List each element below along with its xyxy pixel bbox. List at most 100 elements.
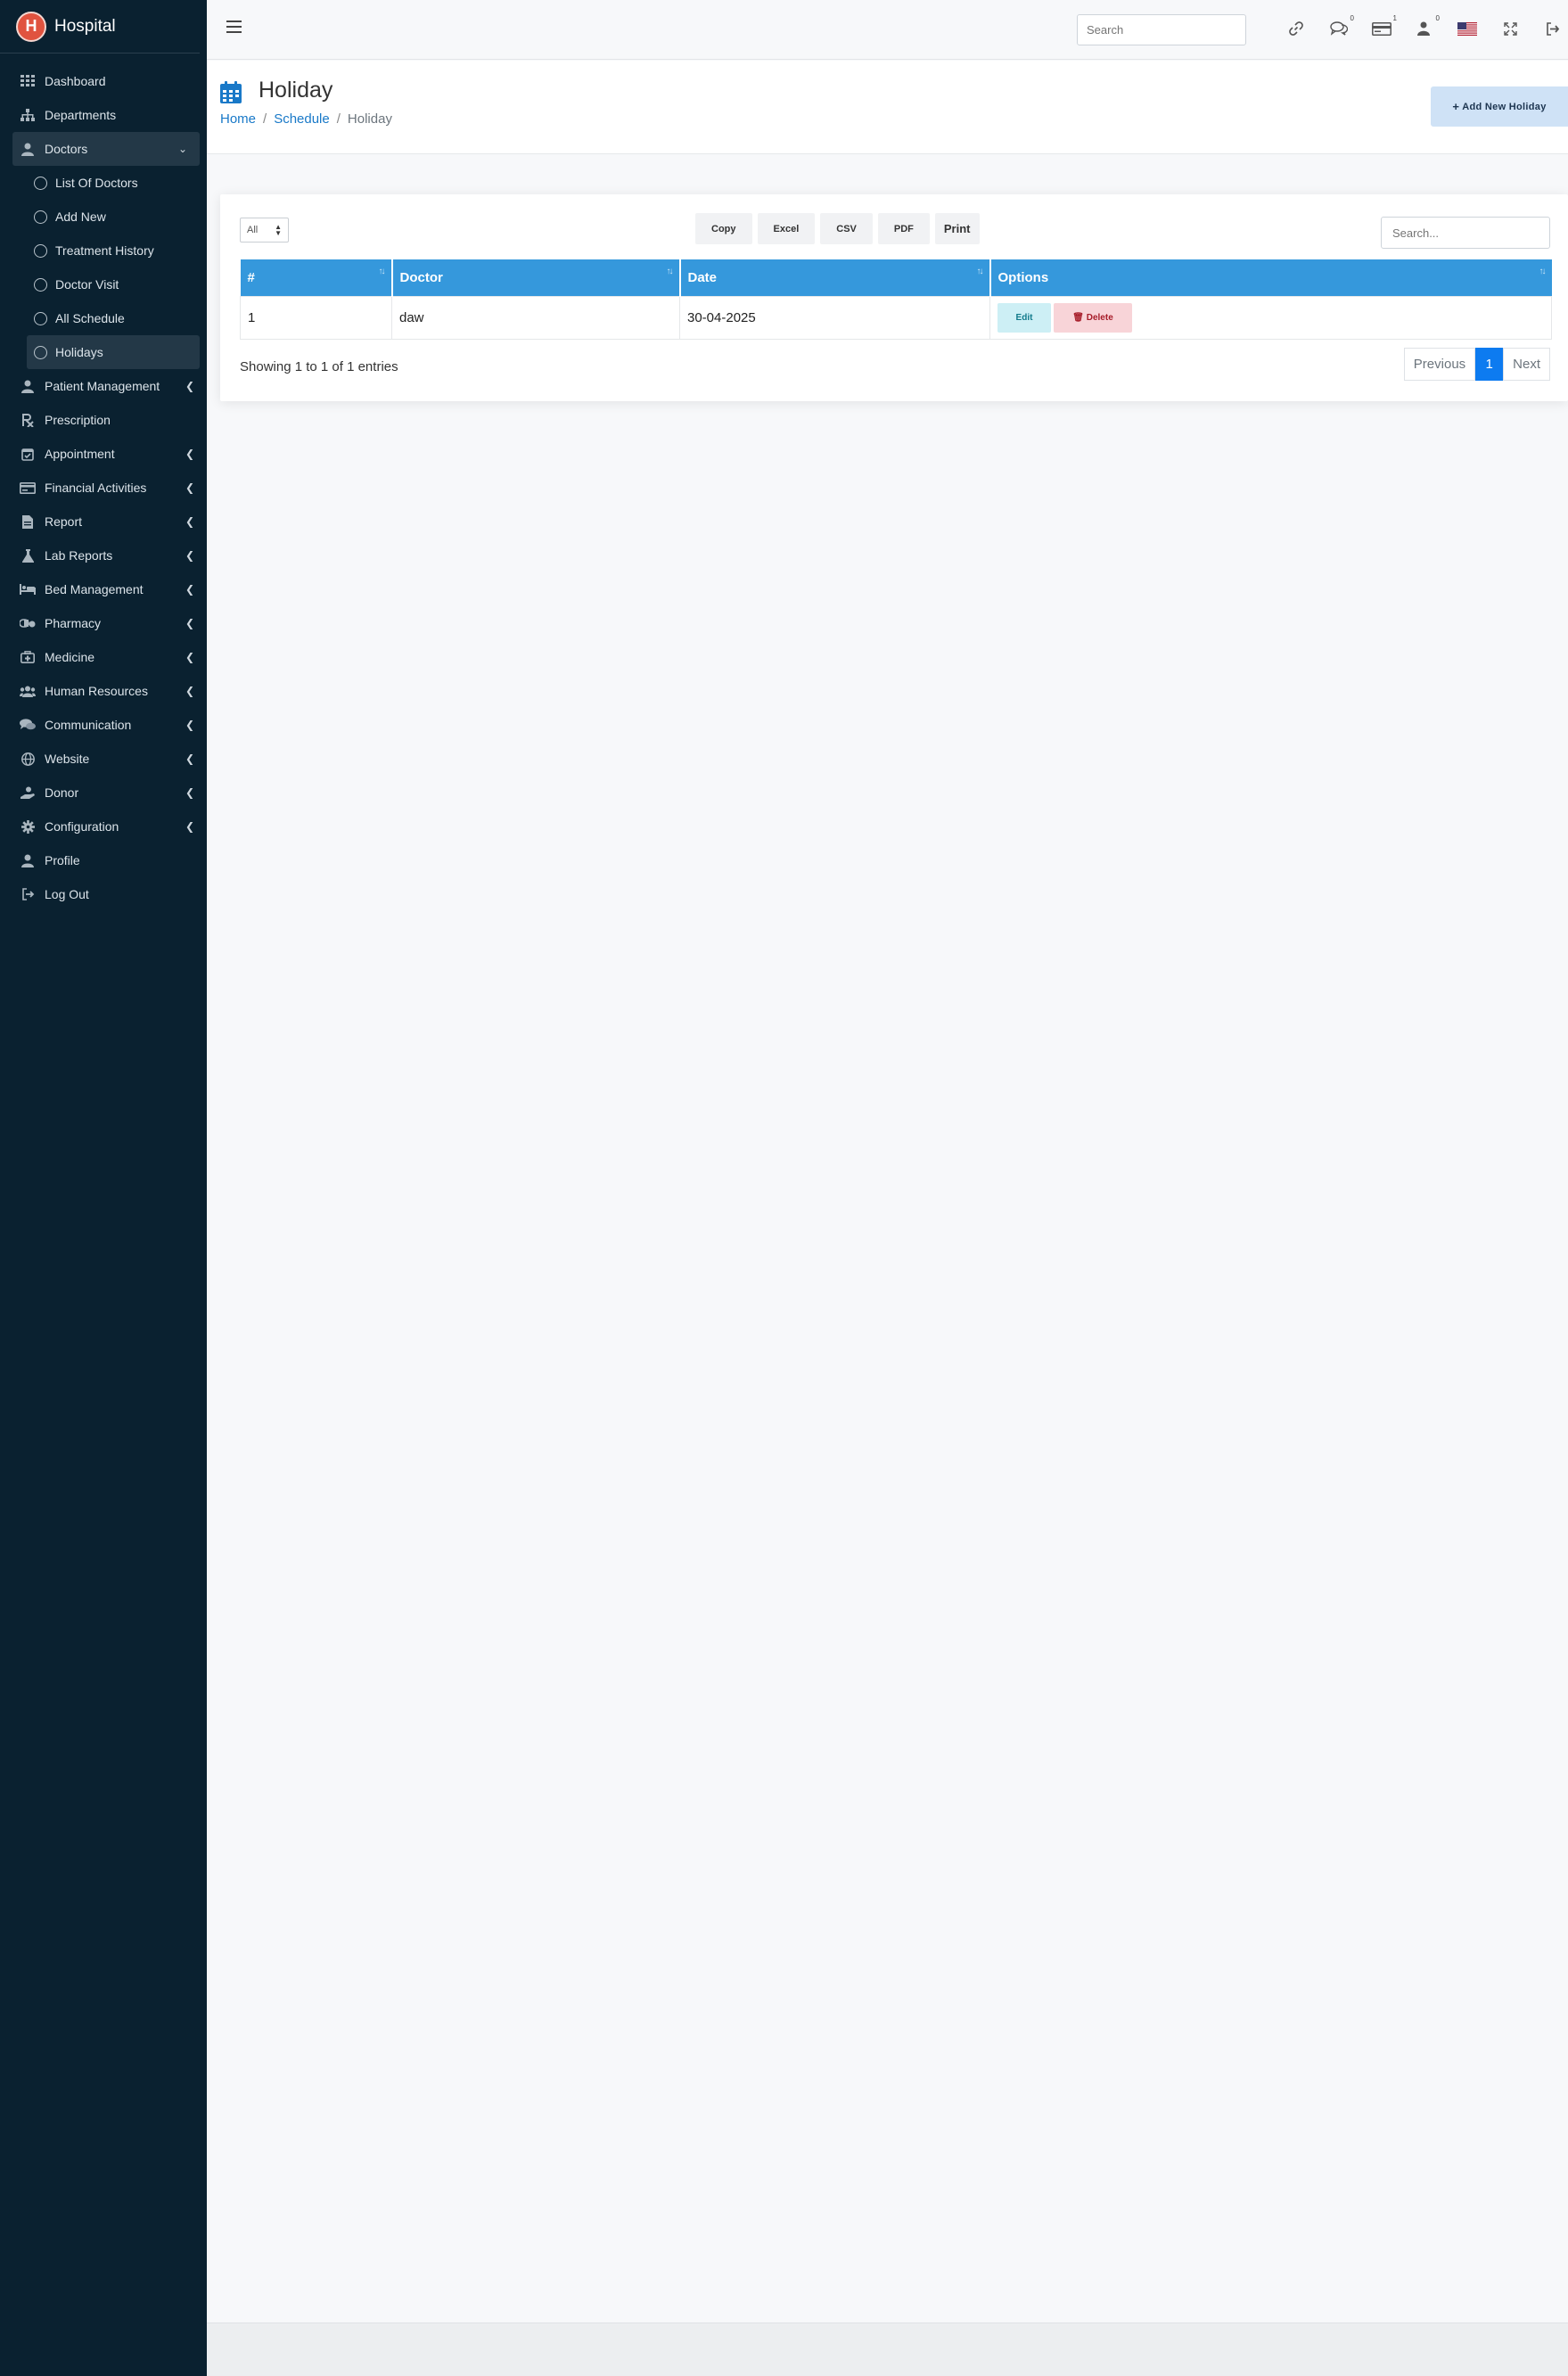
globe-icon (20, 751, 36, 767)
top-navbar: 0 1 0 (207, 0, 1568, 60)
add-new-holiday-button[interactable]: + Add New Holiday (1431, 86, 1568, 127)
sidebar-subitem-all-schedule[interactable]: All Schedule (0, 301, 207, 335)
sidebar-item-configuration[interactable]: Configuration ❮ (0, 810, 207, 843)
sidebar-item-bed-management[interactable]: Bed Management ❮ (0, 572, 207, 606)
column-header-options[interactable]: Options ↑↓ (989, 259, 1552, 296)
sidebar-item-website[interactable]: Website ❮ (0, 742, 207, 776)
top-search-input[interactable] (1077, 14, 1246, 45)
sidebar-item-label: Appointment (45, 447, 115, 461)
logout-icon (20, 886, 36, 902)
sidebar-item-label: Patient Management (45, 379, 160, 393)
column-header-label: Date (687, 269, 718, 285)
sidebar-item-pharmacy[interactable]: Pharmacy ❮ (0, 606, 207, 640)
sidebar-item-label: Financial Activities (45, 481, 147, 495)
print-button[interactable]: Print (934, 213, 980, 244)
holiday-table: # ↑↓ Doctor ↑↓ Date ↑↓ Options ↑↓ 1 daw 30-0… (240, 259, 1552, 340)
hamburger-menu-icon[interactable] (226, 21, 242, 33)
page-footer (207, 2323, 1568, 2376)
plus-icon: + (1452, 100, 1460, 113)
sidebar-item-label: Configuration (45, 819, 119, 834)
sidebar-item-medicine[interactable]: Medicine ❮ (0, 640, 207, 674)
sidebar-subitem-label: Add New (55, 210, 106, 224)
logout-icon[interactable] (1542, 18, 1564, 39)
us-flag-icon[interactable] (1457, 18, 1478, 39)
chevron-left-icon: ❮ (185, 515, 194, 528)
column-header-doctor[interactable]: Doctor ↑↓ (391, 259, 681, 296)
breadcrumb-home[interactable]: Home (220, 111, 256, 127)
sidebar-subitem-doctor-visit[interactable]: Doctor Visit (0, 267, 207, 301)
billing-icon[interactable]: 1 (1371, 14, 1397, 39)
sidebar-item-financial-activities[interactable]: Financial Activities ❮ (0, 471, 207, 505)
breadcrumb-separator: / (263, 111, 267, 127)
pagination-page-1[interactable]: 1 (1475, 348, 1504, 381)
sidebar-item-report[interactable]: Report ❮ (0, 505, 207, 539)
column-header-date[interactable]: Date ↑↓ (679, 259, 991, 296)
sidebar-subitem-list-of-doctors[interactable]: List Of Doctors (0, 166, 207, 200)
breadcrumb-schedule[interactable]: Schedule (274, 111, 330, 127)
sidebar-subitem-holidays[interactable]: Holidays (27, 335, 200, 369)
sidebar-item-patient-management[interactable]: Patient Management ❮ (0, 369, 207, 403)
sidebar-item-label: Departments (45, 108, 117, 122)
sitemap-icon (20, 107, 36, 123)
sidebar: H Hospital Dashboard Departments Doctors… (0, 0, 207, 2376)
sidebar-item-label: Report (45, 514, 83, 529)
messages-icon[interactable]: 0 (1328, 14, 1354, 39)
sidebar-item-communication[interactable]: Communication ❮ (0, 708, 207, 742)
sidebar-item-appointment[interactable]: Appointment ❮ (0, 437, 207, 471)
chevron-down-icon: ⌄ (177, 143, 187, 155)
sidebar-subitem-label: All Schedule (55, 311, 125, 325)
chevron-left-icon: ❮ (185, 617, 194, 629)
sidebar-subitem-add-new[interactable]: Add New (0, 200, 207, 234)
dashboard-grid-icon (20, 73, 36, 89)
messages-badge: 0 (1350, 14, 1354, 22)
sidebar-item-prescription[interactable]: Prescription (0, 403, 207, 437)
sidebar-subitem-treatment-history[interactable]: Treatment History (0, 234, 207, 267)
gear-icon (20, 818, 36, 834)
circle-icon (34, 345, 47, 359)
delete-button-label: Delete (1086, 312, 1113, 323)
sidebar-item-lab-reports[interactable]: Lab Reports ❮ (0, 539, 207, 572)
edit-button[interactable]: Edit (997, 302, 1051, 333)
users-icon[interactable]: 0 (1414, 14, 1440, 39)
column-header-number[interactable]: # ↑↓ (240, 259, 393, 296)
link-icon[interactable] (1285, 18, 1307, 39)
cell-doctor: daw (391, 295, 680, 340)
chevron-left-icon: ❮ (185, 651, 194, 663)
csv-button[interactable]: CSV (820, 213, 873, 244)
sidebar-item-label: Doctors (45, 142, 88, 156)
pagination-previous[interactable]: Previous (1403, 348, 1476, 381)
sort-icon: ↑↓ (976, 267, 984, 276)
chevron-left-icon: ❮ (185, 786, 194, 799)
breadcrumb-current: Holiday (347, 111, 392, 127)
report-icon (20, 514, 36, 530)
copy-button[interactable]: Copy (695, 213, 752, 244)
sidebar-item-logout[interactable]: Log Out (0, 877, 207, 911)
chevron-left-icon: ❮ (185, 583, 194, 596)
sidebar-subitem-label: Holidays (55, 345, 103, 359)
pdf-button[interactable]: PDF (877, 213, 930, 244)
pagination-next[interactable]: Next (1503, 348, 1550, 381)
sidebar-item-doctors[interactable]: Doctors ⌄ (12, 132, 200, 166)
sidebar-nav: Dashboard Departments Doctors ⌄ List Of … (0, 53, 207, 911)
brand[interactable]: H Hospital (0, 0, 200, 53)
sidebar-item-profile[interactable]: Profile (0, 843, 207, 877)
column-header-label: # (247, 269, 255, 285)
cell-date: 30-04-2025 (679, 295, 990, 340)
brand-name: Hospital (54, 16, 116, 36)
circle-icon (34, 176, 47, 190)
delete-button[interactable]: 🗑︎ Delete (1054, 302, 1132, 333)
sidebar-item-donor[interactable]: Donor ❮ (0, 776, 207, 810)
select-arrows-icon: ▲ ▼ (275, 223, 282, 237)
sidebar-item-departments[interactable]: Departments (0, 98, 207, 132)
entries-length-select[interactable]: All ▲ ▼ (240, 218, 289, 243)
flask-icon (20, 547, 36, 563)
circle-icon (34, 311, 47, 325)
sidebar-item-human-resources[interactable]: Human Resources ❮ (0, 674, 207, 708)
sidebar-subitem-label: Doctor Visit (55, 277, 119, 292)
excel-button[interactable]: Excel (757, 213, 816, 244)
sidebar-item-label: Pharmacy (45, 616, 102, 630)
fullscreen-icon[interactable] (1499, 18, 1521, 39)
table-search-input[interactable] (1381, 217, 1550, 249)
sidebar-item-dashboard[interactable]: Dashboard (0, 64, 207, 98)
users-badge: 0 (1435, 14, 1440, 22)
